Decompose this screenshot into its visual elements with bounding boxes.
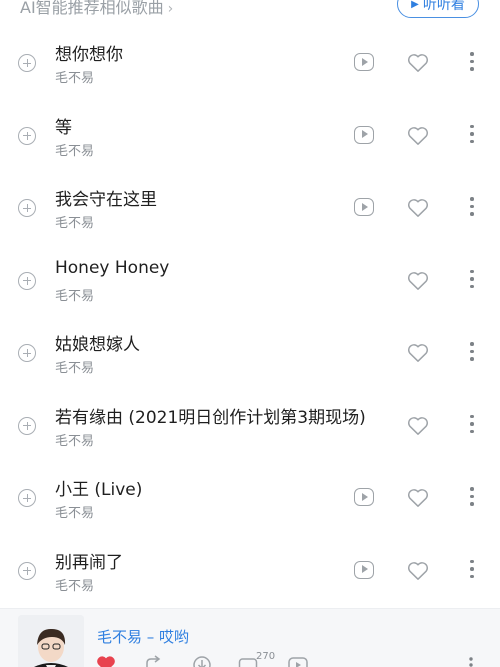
song-title[interactable]: 想你想你 <box>55 40 123 65</box>
download-icon[interactable] <box>192 655 212 667</box>
mini-player[interactable]: 毛不易 – 哎哟 270 <box>0 608 500 667</box>
listen-button-label: 听听看 <box>422 0 465 13</box>
add-icon[interactable] <box>18 561 36 580</box>
add-icon[interactable] <box>18 271 36 290</box>
mv-play-icon[interactable] <box>354 53 374 71</box>
heart-icon[interactable] <box>407 198 429 218</box>
mv-play-icon[interactable] <box>354 125 374 144</box>
mv-play-icon[interactable] <box>354 488 374 506</box>
song-artist[interactable]: 毛不易 <box>55 430 94 449</box>
song-row[interactable]: 想你想你 毛不易 <box>0 26 500 99</box>
more-icon[interactable] <box>470 559 474 580</box>
heart-icon[interactable] <box>407 416 429 436</box>
recommend-header: AI智能推荐相似歌曲 › ▶ 听听看 <box>0 0 500 24</box>
play-icon: ▶ <box>411 0 419 10</box>
song-artist[interactable]: 毛不易 <box>55 212 94 231</box>
song-title[interactable]: Honey Honey <box>55 258 169 278</box>
song-row[interactable]: 小王 (Live) 毛不易 <box>0 461 500 534</box>
more-icon[interactable] <box>470 414 474 435</box>
mv-icon[interactable] <box>288 655 308 667</box>
mv-play-icon[interactable] <box>354 198 374 216</box>
song-title[interactable]: 别再闹了 <box>55 548 123 573</box>
add-icon[interactable] <box>18 54 36 72</box>
more-icon[interactable] <box>470 197 474 217</box>
comment-count: 270 <box>256 651 276 662</box>
comment-icon[interactable] <box>238 655 258 667</box>
heart-icon[interactable] <box>96 655 116 667</box>
mv-play-icon[interactable] <box>354 560 374 579</box>
more-icon[interactable] <box>470 52 474 72</box>
add-icon[interactable] <box>18 126 36 145</box>
song-artist[interactable]: 毛不易 <box>55 140 94 159</box>
heart-icon[interactable] <box>407 561 429 581</box>
more-icon[interactable] <box>468 655 474 667</box>
song-title[interactable]: 小王 (Live) <box>55 475 142 500</box>
listen-button[interactable]: ▶ 听听看 <box>397 0 479 18</box>
song-artist[interactable]: 毛不易 <box>55 285 94 304</box>
share-icon[interactable] <box>144 655 164 667</box>
add-icon[interactable] <box>18 416 36 435</box>
heart-icon[interactable] <box>407 53 429 73</box>
add-icon[interactable] <box>18 489 36 507</box>
heart-icon[interactable] <box>407 488 429 508</box>
album-cover[interactable] <box>18 615 84 667</box>
song-artist[interactable]: 毛不易 <box>55 67 94 86</box>
song-artist[interactable]: 毛不易 <box>55 575 94 594</box>
song-artist[interactable]: 毛不易 <box>55 357 94 376</box>
song-title[interactable]: 若有缘由 (2021明日创作计划第3期现场) <box>55 403 366 428</box>
song-title[interactable]: 姑娘想嫁人 <box>55 330 140 355</box>
more-icon[interactable] <box>470 487 474 507</box>
song-row[interactable]: Honey Honey 毛不易 <box>0 244 500 317</box>
song-list: 想你想你 毛不易等毛不易 我会守在这里 毛不易 Honey Honey 毛不易 姑娘想嫁人毛… <box>0 26 500 606</box>
more-icon[interactable] <box>470 269 474 290</box>
ai-recommend-title[interactable]: AI智能推荐相似歌曲 › <box>20 0 173 18</box>
heart-icon[interactable] <box>407 126 429 146</box>
section-title: AI智能推荐相似歌曲 <box>20 0 164 17</box>
song-row[interactable]: 我会守在这里 毛不易 <box>0 171 500 244</box>
song-artist[interactable]: 毛不易 <box>55 502 94 521</box>
chevron-right-icon: › <box>167 1 174 17</box>
add-icon[interactable] <box>18 199 36 217</box>
song-title[interactable]: 我会守在这里 <box>55 185 157 210</box>
add-icon[interactable] <box>18 344 36 362</box>
player-controls: 270 <box>96 651 496 667</box>
more-icon[interactable] <box>470 124 474 145</box>
heart-icon[interactable] <box>407 271 429 291</box>
now-playing-title[interactable]: 毛不易 – 哎哟 <box>97 626 189 647</box>
song-row[interactable]: 姑娘想嫁人 毛不易 <box>0 316 500 389</box>
song-row[interactable]: 别再闹了 毛不易 <box>0 534 500 607</box>
more-icon[interactable] <box>470 342 474 362</box>
song-row[interactable]: 等毛不易 <box>0 99 500 172</box>
song-row[interactable]: 若有缘由 (2021明日创作计划第3期现场) 毛不易 <box>0 389 500 462</box>
song-title[interactable]: 等 <box>55 113 72 138</box>
heart-icon[interactable] <box>407 343 429 363</box>
